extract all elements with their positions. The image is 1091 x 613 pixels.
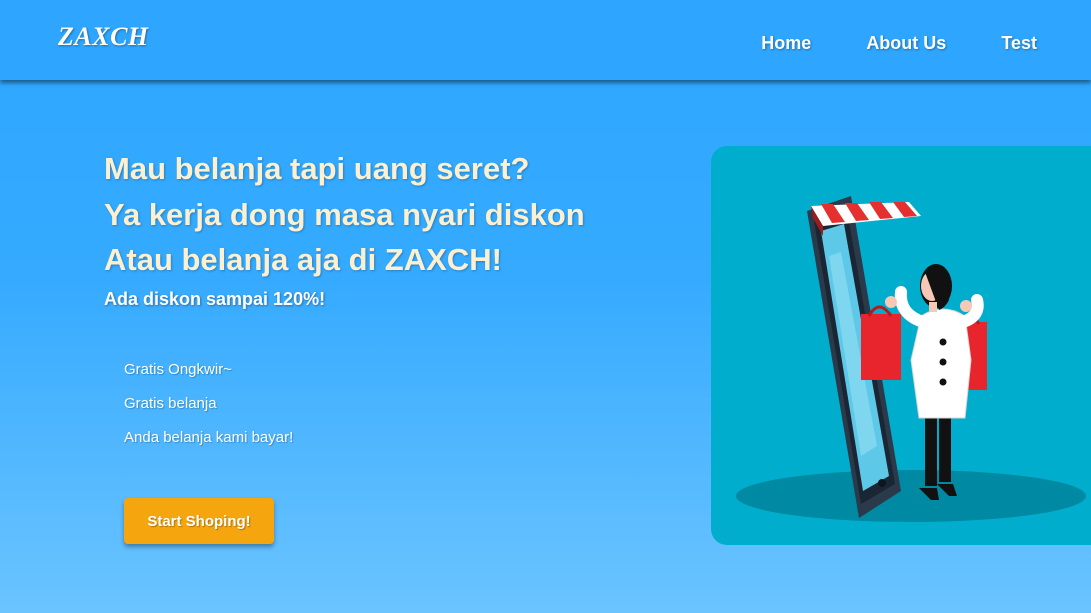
headline-line-2: Ya kerja dong masa nyari diskon (104, 196, 585, 232)
nav-links: Home About Us Test (761, 33, 1037, 54)
hero-headline: Mau belanja tapi uang seret? Ya kerja do… (104, 146, 585, 283)
hero-subheadline: Ada diskon sampai 120%! (104, 288, 326, 309)
feature-item: Gratis belanja (124, 395, 217, 412)
shopper-phone-illustration (736, 196, 1086, 522)
shopping-bag-left (861, 314, 901, 380)
floor-shadow (736, 470, 1086, 522)
headline-line-1: Mau belanja tapi uang seret? (104, 151, 530, 186)
nav-link-about-us[interactable]: About Us (866, 33, 946, 54)
headline-line-3: Atau belanja aja di ZAXCH! (104, 242, 502, 277)
hero-section: Mau belanja tapi uang seret? Ya kerja do… (104, 146, 585, 310)
feature-item: Anda belanja kami bayar! (124, 429, 294, 446)
feature-list: Gratis Ongkwir~ Gratis belanja Anda bela… (124, 353, 293, 455)
shopping-illustration (711, 146, 1091, 545)
nav-link-home[interactable]: Home (761, 33, 811, 54)
navbar: ZAXCH Home About Us Test (0, 0, 1091, 80)
start-shopping-button[interactable]: Start Shoping! (124, 498, 274, 544)
nav-link-test[interactable]: Test (1001, 33, 1037, 54)
brand-logo[interactable]: ZAXCH (58, 22, 149, 52)
feature-item: Gratis Ongkwir~ (124, 361, 232, 378)
